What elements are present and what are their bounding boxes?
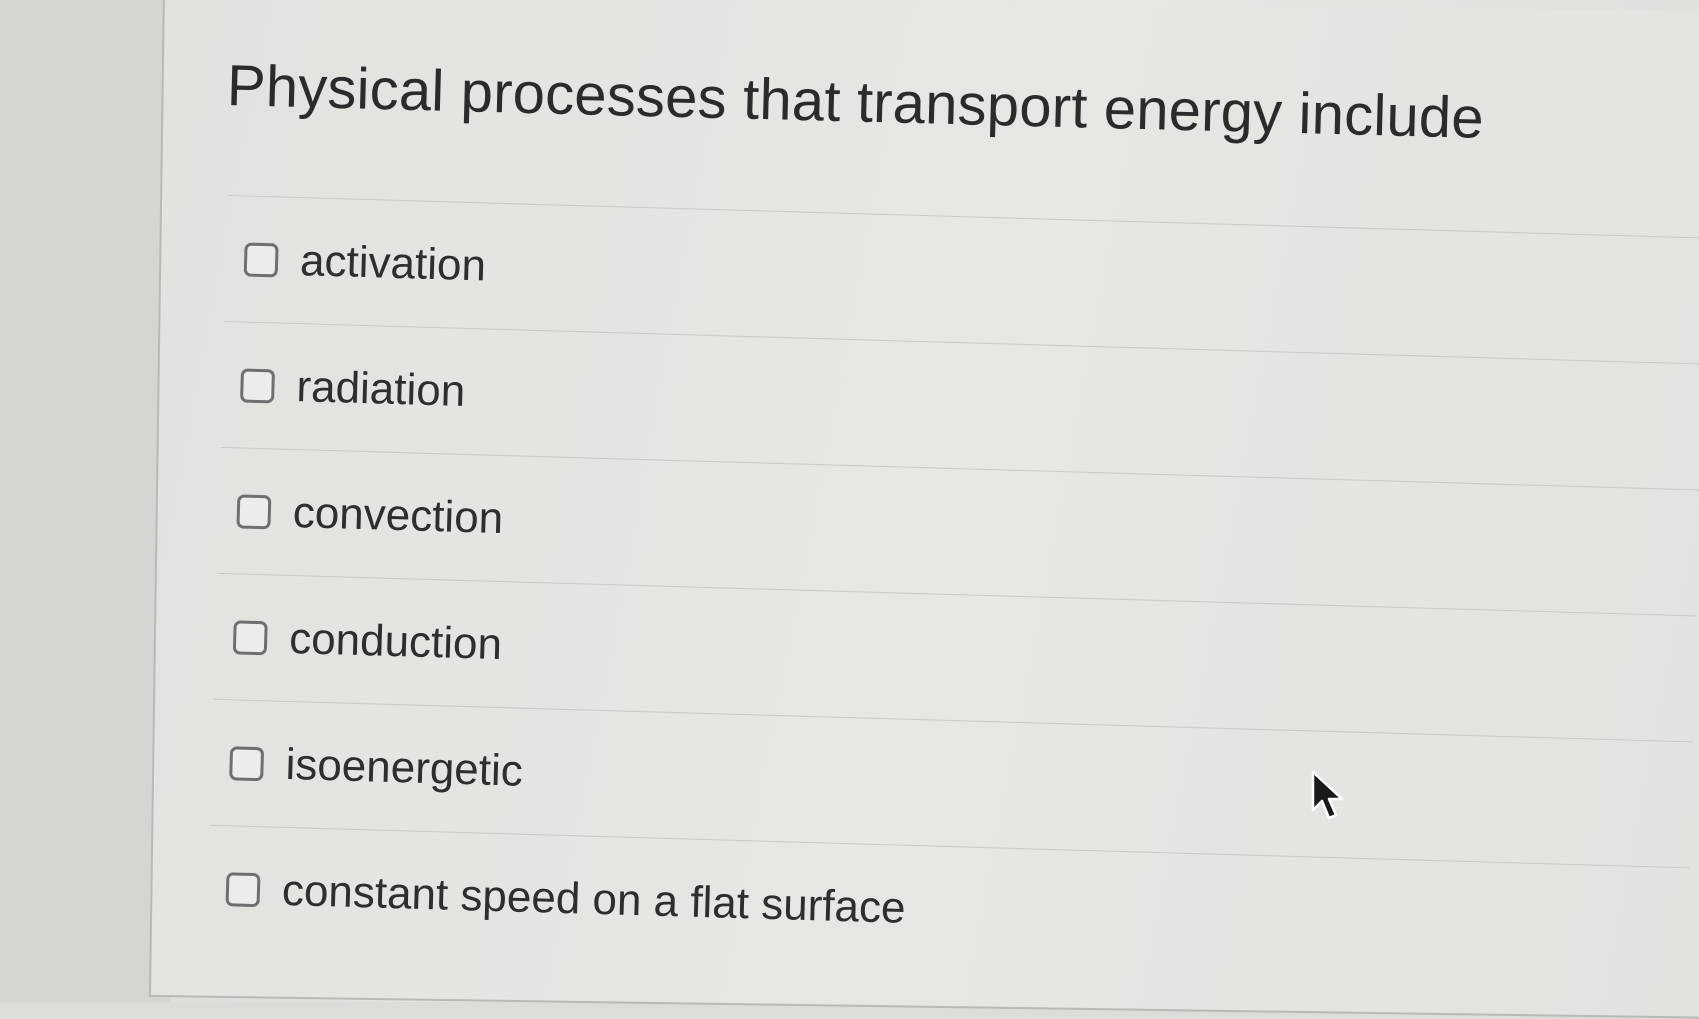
option-label: convection — [292, 487, 504, 543]
checkbox[interactable] — [243, 241, 279, 277]
mouse-pointer-icon — [1311, 770, 1344, 820]
option-label: activation — [299, 235, 487, 290]
option-label: isoenergetic — [284, 739, 524, 796]
option-label: constant speed on a flat surface — [281, 865, 907, 933]
option-label: radiation — [295, 361, 466, 416]
screen-background: Physical processes that transport energy… — [0, 0, 1699, 1019]
option-label: conduction — [288, 613, 503, 669]
checkbox[interactable] — [229, 745, 265, 781]
checkbox[interactable] — [240, 367, 276, 403]
checkbox[interactable] — [232, 619, 268, 655]
checkbox[interactable] — [236, 493, 272, 529]
checkbox[interactable] — [225, 871, 261, 907]
options-list: activation radiation convection conducti… — [206, 195, 1699, 994]
left-margin — [0, 0, 170, 1002]
